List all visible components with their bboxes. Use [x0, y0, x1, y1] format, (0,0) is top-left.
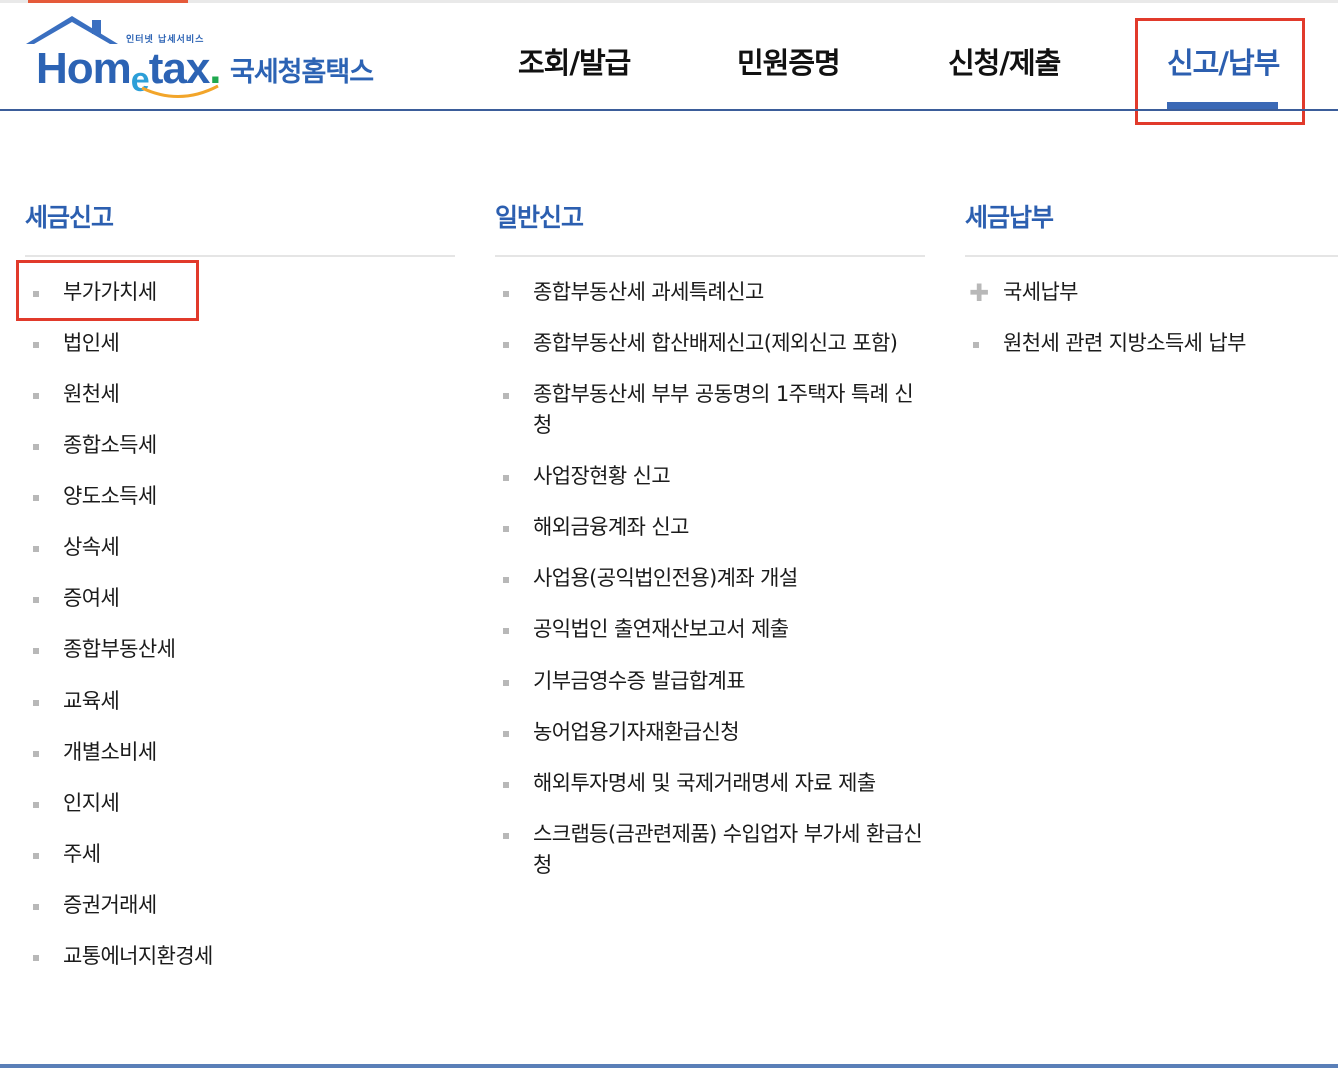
- menu-item-label: 교통에너지환경세: [63, 944, 213, 968]
- square-bullet-icon: [33, 751, 39, 757]
- menu-item-label: 해외금융계좌 신고: [533, 515, 689, 539]
- menu-item[interactable]: 해외금융계좌 신고: [503, 512, 923, 543]
- menu-item-label: 종합부동산세 과세특례신고: [533, 280, 764, 304]
- menu-item[interactable]: 종합부동산세 합산배제신고(제외신고 포함): [503, 328, 923, 359]
- menu-item[interactable]: ✚ 국세납부: [969, 277, 1333, 308]
- menu-item[interactable]: 종합부동산세: [33, 634, 433, 665]
- square-bullet-icon: [33, 648, 39, 654]
- menu-item-label: 스크랩등(금관련제품) 수입업자 부가세 환급신청: [533, 822, 923, 877]
- column-divider-tax-filing: [25, 255, 455, 257]
- item-highlight-box: [16, 260, 199, 321]
- menu-item[interactable]: 기부금영수증 발급합계표: [503, 666, 923, 697]
- square-bullet-icon: [503, 393, 509, 399]
- menu-item-label: 원천세: [63, 382, 120, 406]
- menu-item-label: 해외투자명세 및 국제거래명세 자료 제출: [533, 771, 876, 795]
- menu-item-label: 종합부동산세 합산배제신고(제외신고 포함): [533, 331, 898, 355]
- header: 인터넷 납세서비스 Hometax. 국세청홈택스 조회/발급 민원증명 신청/…: [0, 0, 1338, 125]
- menu-item-label: 국세납부: [1003, 280, 1078, 304]
- menu-item[interactable]: 사업용(공익법인전용)계좌 개설: [503, 563, 923, 594]
- logo-word-prefix: Hom: [36, 44, 132, 93]
- column-divider-general-filing: [495, 255, 925, 257]
- menu-item-label: 원천세 관련 지방소득세 납부: [1003, 331, 1246, 355]
- menu-item-label: 증여세: [63, 586, 120, 610]
- menu-item[interactable]: 종합소득세: [33, 430, 433, 461]
- menu-item-label: 상속세: [63, 535, 120, 559]
- square-bullet-icon: [33, 444, 39, 450]
- menu-item-label: 개별소비세: [63, 740, 157, 764]
- menu-item[interactable]: 원천세: [33, 379, 433, 410]
- square-bullet-icon: [503, 731, 509, 737]
- square-bullet-icon: [33, 802, 39, 808]
- menu-item[interactable]: 스크랩등(금관련제품) 수입업자 부가세 환급신청: [503, 819, 923, 881]
- menu-item-label: 사업장현황 신고: [533, 464, 671, 488]
- menu-item[interactable]: 사업장현황 신고: [503, 461, 923, 492]
- menu-item-label: 양도소득세: [63, 484, 157, 508]
- square-bullet-icon: [503, 526, 509, 532]
- square-bullet-icon: [33, 597, 39, 603]
- menu-item[interactable]: 농어업용기자재환급신청: [503, 717, 923, 748]
- square-bullet-icon: [503, 291, 509, 297]
- square-bullet-icon: [503, 680, 509, 686]
- square-bullet-icon: [973, 342, 979, 348]
- menu-item[interactable]: 원천세 관련 지방소득세 납부: [973, 328, 1333, 359]
- square-bullet-icon: [33, 700, 39, 706]
- menu-item-label: 종합부동산세: [63, 637, 176, 661]
- column-divider-tax-payment: [965, 255, 1338, 257]
- menu-item-label: 공익법인 출연재산보고서 제출: [533, 617, 789, 641]
- hometax-logo[interactable]: 인터넷 납세서비스 Hometax. 국세청홈택스: [22, 14, 392, 104]
- menu-item-label: 농어업용기자재환급신청: [533, 720, 740, 744]
- menu-item[interactable]: 교통에너지환경세: [33, 941, 433, 972]
- nav-item-certificates[interactable]: 민원증명: [737, 40, 841, 82]
- menu-item[interactable]: 개별소비세: [33, 737, 433, 768]
- menu-item-label: 교육세: [63, 689, 120, 713]
- square-bullet-icon: [503, 342, 509, 348]
- menu-item[interactable]: 인지세: [33, 788, 433, 819]
- menu-item[interactable]: 양도소득세: [33, 481, 433, 512]
- menu-item-label: 종합소득세: [63, 433, 157, 457]
- square-bullet-icon: [503, 782, 509, 788]
- nav-item-inquiry[interactable]: 조회/발급: [518, 40, 631, 82]
- square-bullet-icon: [503, 628, 509, 634]
- menu-item-label: 종합부동산세 부부 공동명의 1주택자 특례 신청: [533, 382, 914, 437]
- header-divider: [0, 109, 1338, 111]
- column-title-general-filing[interactable]: 일반신고: [495, 198, 584, 234]
- column-title-tax-filing[interactable]: 세금신고: [25, 198, 114, 234]
- menu-item[interactable]: 종합부동산세 과세특례신고: [503, 277, 923, 308]
- logo-korean-name: 국세청홈택스: [230, 57, 374, 88]
- menu-item[interactable]: 증권거래세: [33, 890, 433, 921]
- menu-item-label: 증권거래세: [63, 893, 157, 917]
- square-bullet-icon: [33, 904, 39, 910]
- plus-icon[interactable]: ✚: [969, 281, 989, 305]
- square-bullet-icon: [503, 833, 509, 839]
- square-bullet-icon: [33, 853, 39, 859]
- menu-item[interactable]: 증여세: [33, 583, 433, 614]
- logo-swoosh-icon: [141, 84, 219, 98]
- square-bullet-icon: [503, 577, 509, 583]
- menu-item-label: 법인세: [63, 331, 120, 355]
- square-bullet-icon: [33, 342, 39, 348]
- menu-item[interactable]: 종합부동산세 부부 공동명의 1주택자 특례 신청: [503, 379, 923, 441]
- menu-item[interactable]: 법인세: [33, 328, 433, 359]
- menu-item-label: 주세: [63, 842, 101, 866]
- square-bullet-icon: [503, 475, 509, 481]
- bottom-divider: [0, 1064, 1338, 1068]
- menu-item-label: 인지세: [63, 791, 120, 815]
- square-bullet-icon: [33, 546, 39, 552]
- menu-item[interactable]: 주세: [33, 839, 433, 870]
- column-title-tax-payment[interactable]: 세금납부: [965, 198, 1054, 234]
- square-bullet-icon: [33, 393, 39, 399]
- menu-item[interactable]: 상속세: [33, 532, 433, 563]
- menu-item-label: 사업용(공익법인전용)계좌 개설: [533, 566, 798, 590]
- menu-item-label: 기부금영수증 발급합계표: [533, 669, 746, 693]
- square-bullet-icon: [33, 955, 39, 961]
- menu-item[interactable]: 교육세: [33, 686, 433, 717]
- square-bullet-icon: [33, 495, 39, 501]
- menu-item[interactable]: 해외투자명세 및 국제거래명세 자료 제출: [503, 768, 923, 799]
- nav-item-application[interactable]: 신청/제출: [948, 40, 1061, 82]
- menu-item[interactable]: 공익법인 출연재산보고서 제출: [503, 614, 923, 645]
